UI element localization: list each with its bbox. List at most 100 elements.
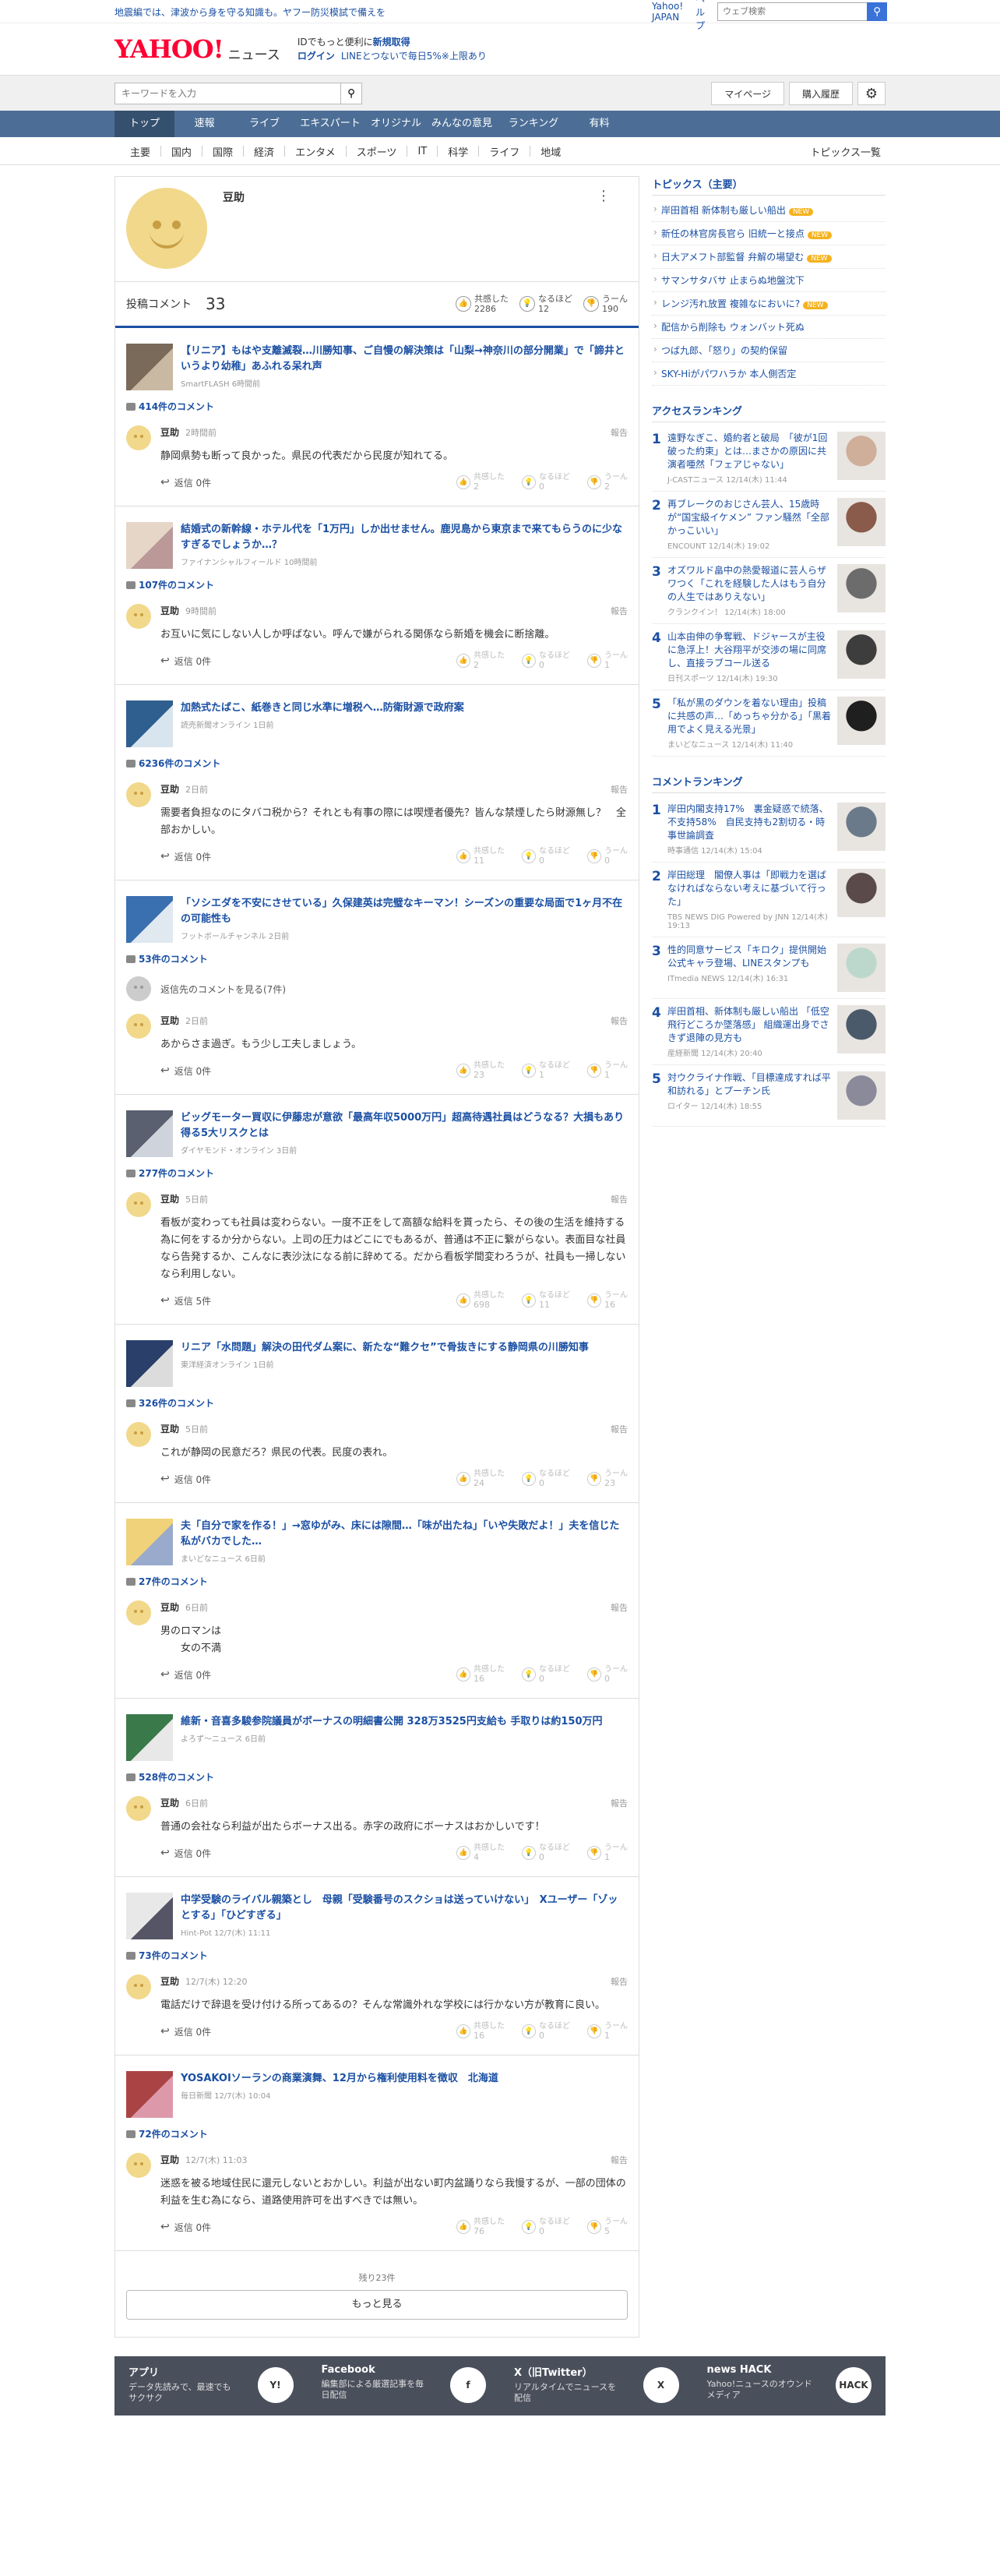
yahoo-news-logo[interactable]: YAHOO! ニュース (114, 37, 280, 62)
insight-button[interactable]: 💡 なるほど 0 (522, 2218, 570, 2236)
comment-count-link[interactable]: 326件のコメント (126, 1396, 628, 1410)
gnav-item[interactable]: オリジナル (366, 111, 426, 137)
article-thumbnail[interactable] (126, 344, 173, 390)
comment-author[interactable]: 豆助 (160, 425, 179, 439)
article-thumbnail[interactable] (126, 1340, 173, 1387)
ranking-item[interactable]: 3 オズワルド畠中の熱愛報道に芸人らザワつく「これを経験した人はもう自分の人生では… (652, 558, 886, 624)
line-promo-link[interactable]: LINEとつないで毎日5%※上限あり (341, 51, 487, 62)
report-link[interactable]: 報告 (611, 1601, 628, 1614)
article-title[interactable]: 加熱式たばこ、紙巻きと同じ水準に増税へ…防衛財源で政府案 (181, 700, 464, 716)
comment-author[interactable]: 豆助 (160, 1974, 179, 1988)
yahoo-japan-link[interactable]: Yahoo! JAPAN (652, 1, 683, 23)
article[interactable]: ビッグモーター買収に伊藤忠が意欲「最高年収5000万円」超高待遇社員はどうなる？… (126, 1110, 628, 1157)
category-nav-item[interactable]: ライフ (479, 144, 530, 159)
comment-author[interactable]: 豆助 (160, 782, 179, 796)
article-title[interactable]: 【リニア】もはや支離滅裂…川勝知事、ご自慢の解決策は「山梨→神奈川の部分開業」で… (181, 344, 628, 375)
insight-button[interactable]: 💡 なるほど 11 (522, 1291, 570, 1310)
comment-author[interactable]: 豆助 (160, 1014, 179, 1027)
ranking-item[interactable]: 5 対ウクライナ作戦、「目標達成すれば平和訪れる」とプーチン氏 ロイター 12/14… (652, 1065, 886, 1127)
insight-button[interactable]: 💡 なるほど 0 (522, 651, 570, 670)
comment-author[interactable]: 豆助 (160, 1600, 179, 1614)
rank-title[interactable]: 性的同意サービス「キロク」提供開始 公式キャラ登場、LINEスタンプも (667, 944, 836, 970)
report-link[interactable]: 報告 (611, 1015, 628, 1027)
web-search-button[interactable]: ⚲ (867, 2, 888, 21)
topics-list-link[interactable]: トピックス一覧 (810, 144, 886, 159)
comment-count-link[interactable]: 53件のコメント (126, 952, 628, 965)
replies-button[interactable]: ↩ 返信 0件 (160, 1847, 211, 1860)
replies-button[interactable]: ↩ 返信 0件 (160, 655, 211, 668)
category-nav-item[interactable]: 国内 (161, 144, 202, 159)
category-nav-item[interactable]: スポーツ (347, 144, 407, 159)
hmm-button[interactable]: 👎 うーん 16 (587, 1291, 628, 1310)
rank-title[interactable]: 対ウクライナ作戦、「目標達成すれば平和訪れる」とプーチン氏 (667, 1071, 833, 1098)
empathy-button[interactable]: 👍 共感した 16 (456, 2022, 505, 2041)
replies-button[interactable]: ↩ 返信 0件 (160, 2025, 211, 2038)
comment-count-link[interactable]: 6236件のコメント (126, 757, 628, 770)
rank-title[interactable]: 岸田内閣支持17% 裏金疑惑で続落、不支持58% 自民支持も2割切る・時事世論調… (667, 803, 833, 842)
replies-button[interactable]: ↩ 返信 0件 (160, 850, 211, 863)
article-title[interactable]: ビッグモーター買収に伊藤忠が意欲「最高年収5000万円」超高待遇社員はどうなる？… (181, 1110, 628, 1142)
rank-title[interactable]: 岸田首相、新体制も厳しい船出 「低空飛行どころか墜落感」 組織運出身でさきず退陣… (667, 1005, 833, 1045)
comment-count-link[interactable]: 528件のコメント (126, 1770, 628, 1784)
replies-button[interactable]: ↩ 返信 5件 (160, 1294, 211, 1307)
topic-item[interactable]: SKY-Hiがパワハラか 本人側否定 (652, 362, 886, 386)
article-title[interactable]: 維新・音喜多駿参院議員がボーナスの明細書公開 328万3525円支給も 手取りは… (181, 1714, 603, 1730)
report-link[interactable]: 報告 (611, 605, 628, 617)
gnav-item[interactable]: みんなの意見 (426, 111, 498, 137)
topic-item[interactable]: 新任の林官房長官ら 旧統一と接点NEW (652, 222, 886, 245)
report-link[interactable]: 報告 (611, 1975, 628, 1988)
rank-title[interactable]: 遠野なぎこ、婚約者と破局 「彼が1回破った約束」とは…まさかの原因に共演者唖然「… (667, 432, 833, 471)
article[interactable]: リニア「水問題」解決の田代ダム案に、新たな“難クセ”で骨抜きにする静岡県の川勝知… (126, 1340, 628, 1387)
article-title[interactable]: リニア「水問題」解決の田代ダム案に、新たな“難クセ”で骨抜きにする静岡県の川勝知… (181, 1340, 589, 1356)
category-nav-item[interactable]: 地域 (530, 144, 571, 159)
rank-thumbnail[interactable] (837, 498, 886, 546)
insight-button[interactable]: 💡 なるほど 0 (522, 2022, 570, 2041)
topic-item[interactable]: 日大アメフト部監督 弁解の場望むNEW (652, 245, 886, 269)
keyword-input[interactable] (114, 83, 340, 104)
comment-count-link[interactable]: 72件のコメント (126, 2127, 628, 2140)
category-nav-item[interactable]: 経済 (244, 144, 284, 159)
empathy-button[interactable]: 👍 共感した 4 (456, 1844, 505, 1862)
rank-thumbnail[interactable] (837, 1071, 886, 1120)
article-title[interactable]: 中学受験のライバル親築とし 母親「受験番号のスクショは送っていけない」 Xユーザ… (181, 1893, 628, 1924)
rank-thumbnail[interactable] (837, 944, 886, 992)
topic-item[interactable]: 岸田首相 新体制も厳しい船出NEW (652, 199, 886, 222)
hmm-button[interactable]: 👎 うーん 5 (587, 2218, 628, 2236)
report-link[interactable]: 報告 (611, 1797, 628, 1809)
empathy-button[interactable]: 👍 共感した 23 (456, 1061, 505, 1080)
ranking-item[interactable]: 4 山本由伸の争奪戦、ドジャースが主役に急浮上！大谷翔平が交渉の場に同席し、直接ラ… (652, 624, 886, 690)
comment-author[interactable]: 豆助 (160, 1422, 179, 1435)
category-nav-item[interactable]: エンタメ (285, 144, 346, 159)
empathy-button[interactable]: 👍 共感した 24 (456, 1470, 505, 1488)
article-thumbnail[interactable] (126, 1893, 173, 1939)
hmm-button[interactable]: 👎 うーん 1 (587, 651, 628, 670)
load-more-button[interactable]: もっと見る (126, 2290, 628, 2320)
article[interactable]: 結婚式の新幹線・ホテル代を「1万円」しか出せません。鹿児島から東京まで来てもらう… (126, 522, 628, 569)
topic-item[interactable]: レンジ汚れ放置 複雑なにおいに?NEW (652, 292, 886, 316)
footer-link[interactable]: X（旧Twitter） リアルタイムでニュースを配信 X (500, 2356, 693, 2415)
article[interactable]: 中学受験のライバル親築とし 母親「受験番号のスクショは送っていけない」 Xユーザ… (126, 1893, 628, 1939)
empathy-button[interactable]: 👍 共感した 76 (456, 2218, 505, 2236)
category-nav-item[interactable]: 国際 (202, 144, 243, 159)
ranking-item[interactable]: 2 再ブレークのおじさん芸人、15歳時が“国宝級イケメン” ファン騒然「全部かっこ… (652, 492, 886, 558)
comment-count-link[interactable]: 414件のコメント (126, 400, 628, 413)
ranking-item[interactable]: 1 遠野なぎこ、婚約者と破局 「彼が1回破った約束」とは…まさかの原因に共演者唖然… (652, 425, 886, 492)
comment-count-link[interactable]: 277件のコメント (126, 1166, 628, 1180)
rank-title[interactable]: 岸田総理 閣僚人事は「即戦力を選ばなければならない考えに基づいて行った」 (667, 869, 833, 909)
category-nav-item[interactable]: 科学 (438, 144, 478, 159)
article-thumbnail[interactable] (126, 1714, 173, 1761)
rank-thumbnail[interactable] (837, 630, 886, 679)
rank-title[interactable]: オズワルド畠中の熱愛報道に芸人らザワつく「これを経験した人はもう自分の人生ではあ… (667, 564, 833, 604)
insight-button[interactable]: 💡 なるほど 1 (522, 1061, 570, 1080)
insight-button[interactable]: 💡 なるほど 0 (522, 1665, 570, 1684)
article-thumbnail[interactable] (126, 1110, 173, 1157)
article[interactable]: 維新・音喜多駿参院議員がボーナスの明細書公開 328万3525円支給も 手取りは… (126, 1714, 628, 1761)
empathy-button[interactable]: 👍 共感した 698 (456, 1291, 505, 1310)
gnav-item[interactable]: ライブ (234, 111, 294, 137)
replies-button[interactable]: ↩ 返信 0件 (160, 1473, 211, 1486)
footer-link[interactable]: news HACK Yahoo!ニュースのオウンドメディア HACK (693, 2356, 886, 2415)
gnav-item[interactable]: トップ (114, 111, 174, 137)
reply-thread-link[interactable]: 返信先のコメントを見る(7件) (126, 976, 628, 1001)
web-search-input[interactable] (717, 2, 868, 21)
empathy-button[interactable]: 👍 共感した 2 (456, 473, 505, 492)
